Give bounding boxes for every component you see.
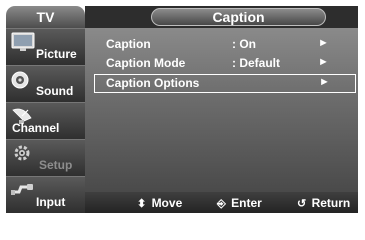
arrow-right-icon: ► <box>318 56 329 68</box>
menu-row-value: : On <box>232 37 256 51</box>
menu-row-caption-mode[interactable]: Caption Mode : Default ► <box>94 54 356 73</box>
return-hint: ↺ Return <box>297 196 350 210</box>
move-icon: ⬍ <box>137 198 147 210</box>
footer-hints: ⬍ Move ⎆ Enter ↺ Return <box>85 192 358 213</box>
move-label: Move <box>151 196 183 210</box>
tv-menu-screen: TV Picture Sound Channel Setup Input Cap… <box>0 0 365 217</box>
header-bar: Caption <box>85 6 358 28</box>
input-icon <box>11 184 33 195</box>
sidebar: TV Picture Sound Channel Setup Input <box>6 6 85 213</box>
sidebar-item-input[interactable]: Input <box>6 176 85 213</box>
sidebar-item-label: Setup <box>39 158 73 172</box>
sidebar-item-channel[interactable]: Channel <box>6 102 85 139</box>
sidebar-title: TV <box>6 6 85 28</box>
page-title: Caption <box>151 8 326 26</box>
sidebar-item-label: Picture <box>36 47 77 61</box>
arrow-right-icon: ► <box>318 37 329 49</box>
setup-icon <box>14 145 30 161</box>
menu-panel: Caption : On ► Caption Mode : Default ► … <box>85 28 358 192</box>
picture-icon <box>11 32 35 51</box>
enter-icon: ⎆ <box>217 198 226 210</box>
return-icon: ↺ <box>297 198 307 210</box>
sidebar-item-sound[interactable]: Sound <box>6 65 85 102</box>
sidebar-item-setup[interactable]: Setup <box>6 139 85 176</box>
move-hint: ⬍ Move <box>137 196 182 210</box>
menu-row-caption[interactable]: Caption : On ► <box>94 35 356 54</box>
menu-row-label: Caption Mode <box>106 56 186 70</box>
arrow-right-icon: ► <box>319 76 330 88</box>
return-label: Return <box>311 196 351 210</box>
sidebar-item-label: Input <box>36 195 66 209</box>
sidebar-item-label: Channel <box>12 121 60 135</box>
menu-row-value: : Default <box>232 56 280 70</box>
sound-icon <box>11 71 29 89</box>
menu-row-caption-options[interactable]: Caption Options ► <box>94 74 356 93</box>
menu-row-label: Caption Options <box>106 76 200 90</box>
enter-hint: ⎆ Enter <box>217 196 262 211</box>
menu-row-label: Caption <box>106 37 151 51</box>
sidebar-item-label: Sound <box>36 84 74 98</box>
sidebar-item-picture[interactable]: Picture <box>6 28 85 65</box>
enter-label: Enter <box>231 196 262 210</box>
